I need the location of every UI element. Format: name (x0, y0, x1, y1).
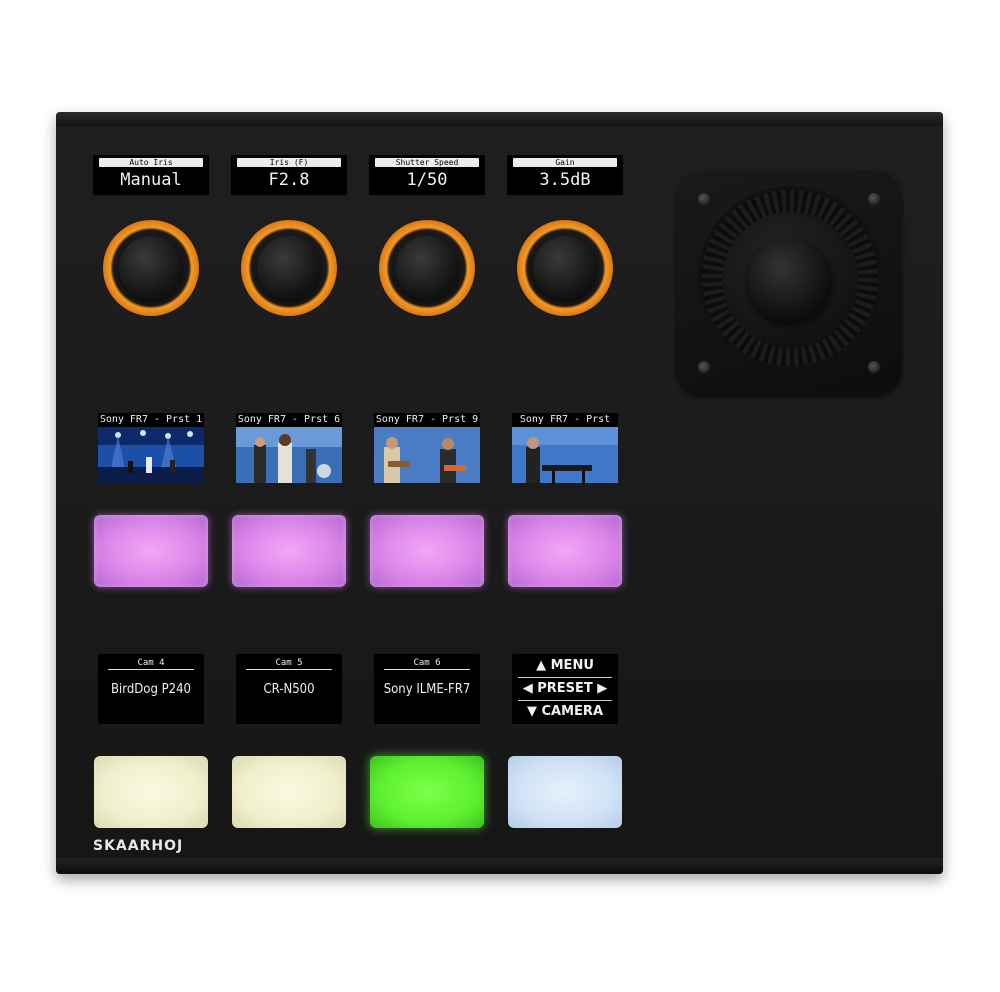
encoder-display-auto-iris: Auto Iris Manual (93, 155, 209, 195)
triangle-up-icon: ▲ (536, 658, 547, 673)
brand-logo: SKAARHOJ (93, 838, 184, 854)
preset-label: Sony FR7 - Prst 9 (374, 413, 480, 428)
camera-model: CR-N500 (263, 682, 315, 697)
joystick[interactable] (748, 238, 832, 322)
preset-label: Sony FR7 - Prst 6 (236, 413, 342, 428)
encoder-display-gain: Gain 3.5dB (507, 155, 623, 195)
nav-preset-label: PRESET (537, 681, 593, 696)
display-value: Manual (120, 170, 182, 190)
preset-thumbnail-1: Sony FR7 - Prst 1 (98, 413, 204, 483)
display-label: Iris (F) (237, 158, 341, 167)
navigation-button[interactable] (508, 756, 622, 828)
screw-icon (698, 361, 710, 373)
camera-model: Sony ILME-FR7 (383, 682, 471, 697)
knob-cap (119, 236, 183, 300)
triangle-down-icon: ▼ (526, 704, 537, 719)
screw-icon (868, 361, 880, 373)
preset-thumbnail-3: Sony FR7 - Prst 9 (374, 413, 480, 483)
auto-iris-knob[interactable] (103, 220, 199, 316)
camera-display-cam4: Cam 4 BirdDog P240 (98, 654, 204, 724)
nav-camera-label: CAMERA (541, 704, 604, 719)
nav-menu-row: ▲ MENU (512, 656, 618, 676)
triangle-left-icon: ◀ (522, 681, 533, 696)
preset-thumbnail-4: Sony FR7 - Prst 10 (512, 413, 618, 483)
encoder-display-iris: Iris (F) F2.8 (231, 155, 347, 195)
display-value: F2.8 (268, 170, 310, 190)
screw-icon (698, 193, 710, 205)
preset-thumbnail-2: Sony FR7 - Prst 6 (236, 413, 342, 483)
nav-camera-row: ▼ CAMERA (512, 702, 618, 722)
shutter-speed-knob[interactable] (379, 220, 475, 316)
knob-cap (257, 236, 321, 300)
display-value: 1/50 (406, 170, 448, 190)
divider (518, 700, 612, 701)
band-performance-image (236, 427, 342, 483)
camera-label: Cam 6 (384, 657, 470, 670)
navigation-display: ▲ MENU ◀ PRESET ▶ ▼ CAMERA (512, 654, 618, 724)
camera-button-cam5[interactable] (232, 756, 346, 828)
camera-display-cam5: Cam 5 CR-N500 (236, 654, 342, 724)
panel-bottom-edge (56, 858, 943, 874)
display-label: Shutter Speed (375, 158, 479, 167)
display-value: 3.5dB (539, 170, 591, 190)
nav-preset-row: ◀ PRESET ▶ (512, 679, 618, 699)
divider (518, 677, 612, 678)
iris-knob[interactable] (241, 220, 337, 316)
triangle-right-icon: ▶ (597, 681, 608, 696)
screw-icon (868, 193, 880, 205)
display-label: Gain (513, 158, 617, 167)
camera-model: BirdDog P240 (111, 682, 191, 697)
panel-top-edge (56, 112, 943, 126)
guitarists-image (374, 427, 480, 483)
concert-stage-image (98, 427, 204, 483)
encoder-display-shutter: Shutter Speed 1/50 (369, 155, 485, 195)
preset-button-1[interactable] (94, 515, 208, 587)
preset-label: Sony FR7 - Prst 10 (512, 413, 618, 438)
camera-display-cam6: Cam 6 Sony ILME-FR7 (374, 654, 480, 724)
preset-label: Sony FR7 - Prst 1 (98, 413, 204, 428)
preset-button-4[interactable] (508, 515, 622, 587)
nav-menu-label: MENU (550, 658, 594, 673)
gain-knob[interactable] (517, 220, 613, 316)
camera-label: Cam 4 (108, 657, 194, 670)
preset-button-3[interactable] (370, 515, 484, 587)
preset-button-2[interactable] (232, 515, 346, 587)
keyboard-player-image (512, 427, 618, 483)
display-label: Auto Iris (99, 158, 203, 167)
camera-button-cam6[interactable] (370, 756, 484, 828)
camera-label: Cam 5 (246, 657, 332, 670)
knob-cap (395, 236, 459, 300)
knob-cap (533, 236, 597, 300)
camera-button-cam4[interactable] (94, 756, 208, 828)
